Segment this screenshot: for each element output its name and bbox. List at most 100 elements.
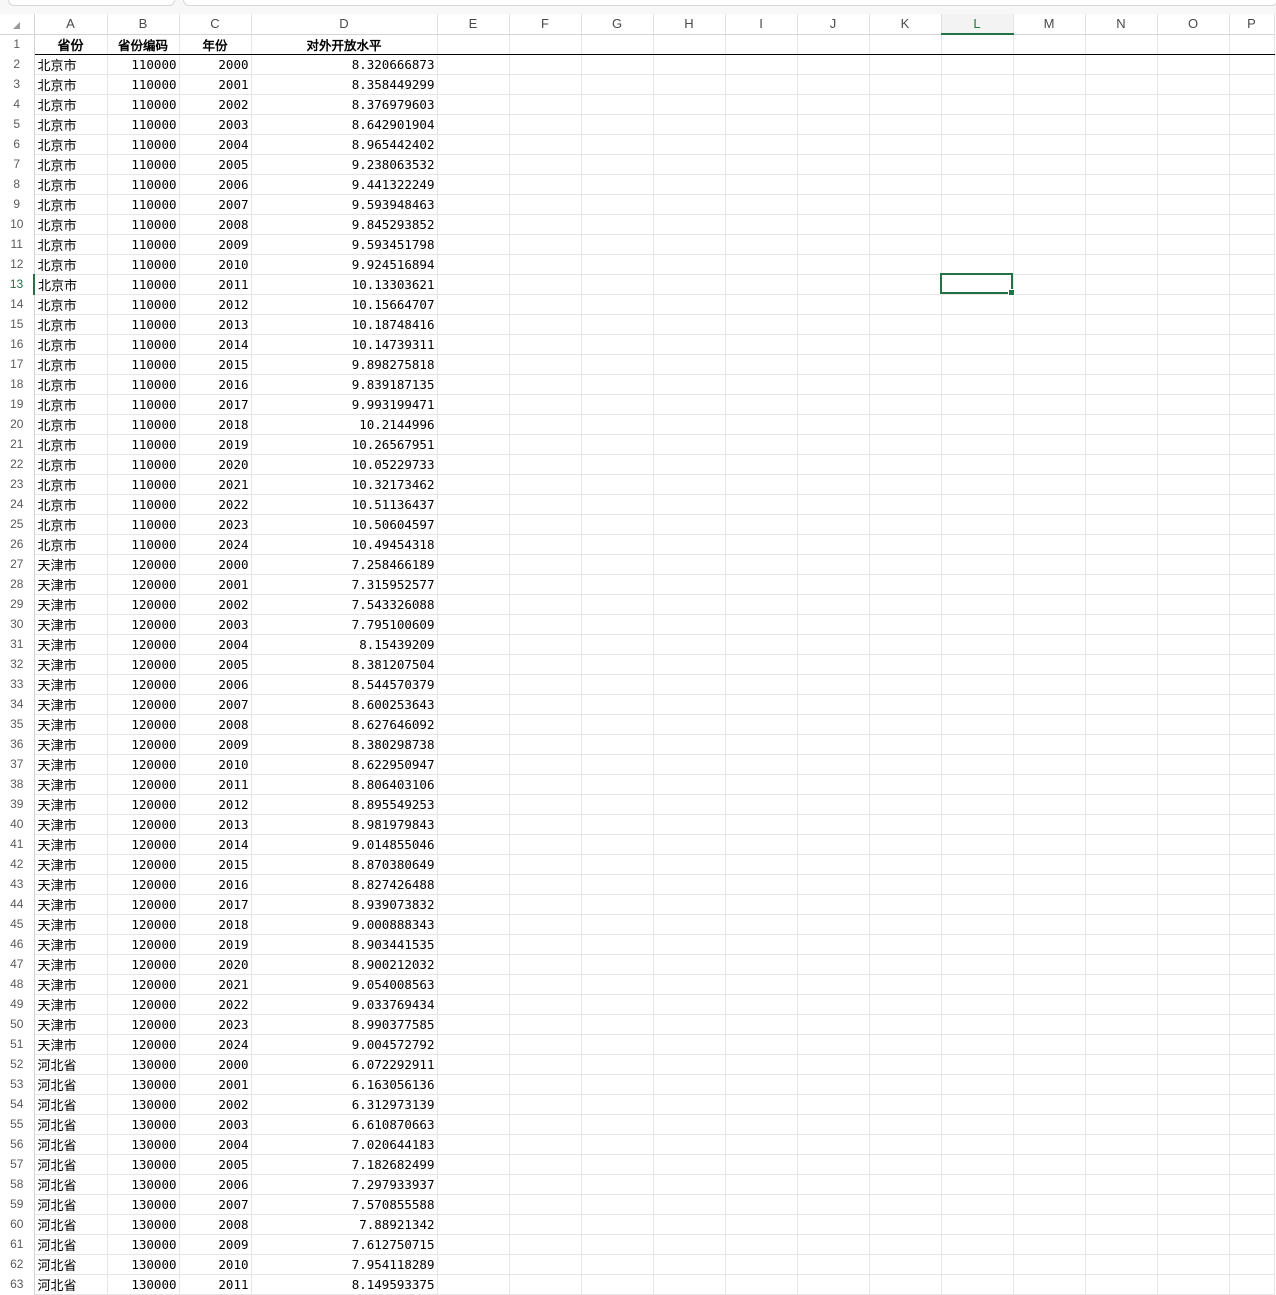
empty-cell[interactable] bbox=[437, 154, 510, 175]
cell-a[interactable]: 北京市 bbox=[34, 374, 108, 395]
empty-cell[interactable] bbox=[509, 1134, 582, 1155]
empty-cell[interactable] bbox=[1013, 114, 1086, 135]
empty-cell[interactable] bbox=[1229, 674, 1275, 695]
empty-cell[interactable] bbox=[725, 294, 798, 315]
empty-cell[interactable] bbox=[725, 1014, 798, 1035]
empty-cell[interactable] bbox=[725, 674, 798, 695]
empty-cell[interactable] bbox=[1157, 1154, 1230, 1175]
empty-cell[interactable] bbox=[941, 614, 1014, 635]
empty-cell[interactable] bbox=[725, 194, 798, 215]
empty-cell[interactable] bbox=[509, 734, 582, 755]
empty-cell[interactable] bbox=[797, 934, 870, 955]
empty-cell[interactable] bbox=[1157, 174, 1230, 195]
cell-c[interactable]: 2023 bbox=[179, 1014, 252, 1035]
empty-cell[interactable] bbox=[509, 74, 582, 95]
empty-cell[interactable] bbox=[941, 854, 1014, 875]
cell-d[interactable]: 9.004572792 bbox=[251, 1034, 438, 1055]
cell-a[interactable]: 天津市 bbox=[34, 554, 108, 575]
cell-a[interactable]: 北京市 bbox=[34, 114, 108, 135]
cell-a[interactable]: 北京市 bbox=[34, 94, 108, 115]
row-header[interactable]: 23 bbox=[0, 474, 35, 494]
empty-cell[interactable] bbox=[869, 574, 942, 595]
empty-cell[interactable] bbox=[1085, 794, 1158, 815]
empty-cell[interactable] bbox=[725, 454, 798, 475]
cell-a[interactable]: 天津市 bbox=[34, 594, 108, 615]
row-header[interactable]: 1 bbox=[0, 34, 35, 54]
empty-cell[interactable] bbox=[1157, 614, 1230, 635]
empty-cell[interactable] bbox=[1013, 74, 1086, 95]
empty-cell[interactable] bbox=[725, 174, 798, 195]
cell-d[interactable]: 7.88921342 bbox=[251, 1214, 438, 1235]
empty-cell[interactable] bbox=[1085, 34, 1158, 55]
empty-cell[interactable] bbox=[725, 1254, 798, 1275]
empty-cell[interactable] bbox=[581, 1134, 654, 1155]
empty-cell[interactable] bbox=[437, 914, 510, 935]
empty-cell[interactable] bbox=[941, 654, 1014, 675]
empty-cell[interactable] bbox=[1229, 834, 1275, 855]
empty-cell[interactable] bbox=[797, 914, 870, 935]
empty-cell[interactable] bbox=[581, 954, 654, 975]
cell-d[interactable]: 10.49454318 bbox=[251, 534, 438, 555]
empty-cell[interactable] bbox=[941, 1054, 1014, 1075]
cell-d[interactable]: 7.020644183 bbox=[251, 1134, 438, 1155]
cell-b[interactable]: 110000 bbox=[107, 354, 180, 375]
empty-cell[interactable] bbox=[653, 1034, 726, 1055]
empty-cell[interactable] bbox=[581, 674, 654, 695]
empty-cell[interactable] bbox=[725, 614, 798, 635]
empty-cell[interactable] bbox=[1229, 334, 1275, 355]
empty-cell[interactable] bbox=[653, 74, 726, 95]
empty-cell[interactable] bbox=[869, 34, 942, 55]
empty-cell[interactable] bbox=[797, 974, 870, 995]
empty-cell[interactable] bbox=[869, 314, 942, 335]
empty-cell[interactable] bbox=[1157, 954, 1230, 975]
empty-cell[interactable] bbox=[509, 414, 582, 435]
empty-cell[interactable] bbox=[797, 794, 870, 815]
row-header[interactable]: 12 bbox=[0, 254, 35, 274]
empty-cell[interactable] bbox=[725, 234, 798, 255]
empty-cell[interactable] bbox=[437, 114, 510, 135]
row-header[interactable]: 53 bbox=[0, 1074, 35, 1094]
cell-a[interactable]: 北京市 bbox=[34, 314, 108, 335]
empty-cell[interactable] bbox=[581, 1034, 654, 1055]
empty-cell[interactable] bbox=[581, 1114, 654, 1135]
empty-cell[interactable] bbox=[725, 894, 798, 915]
empty-cell[interactable] bbox=[653, 1054, 726, 1075]
empty-cell[interactable] bbox=[1157, 1174, 1230, 1195]
cell-c[interactable]: 2019 bbox=[179, 934, 252, 955]
empty-cell[interactable] bbox=[1085, 194, 1158, 215]
empty-cell[interactable] bbox=[437, 834, 510, 855]
empty-cell[interactable] bbox=[725, 934, 798, 955]
empty-cell[interactable] bbox=[797, 254, 870, 275]
column-header-d[interactable]: D bbox=[251, 14, 438, 35]
column-header-e[interactable]: E bbox=[437, 14, 510, 35]
empty-cell[interactable] bbox=[941, 454, 1014, 475]
cell-c[interactable]: 2000 bbox=[179, 554, 252, 575]
empty-cell[interactable] bbox=[653, 194, 726, 215]
empty-cell[interactable] bbox=[797, 894, 870, 915]
empty-cell[interactable] bbox=[437, 954, 510, 975]
empty-cell[interactable] bbox=[1085, 1154, 1158, 1175]
empty-cell[interactable] bbox=[437, 394, 510, 415]
empty-cell[interactable] bbox=[653, 814, 726, 835]
empty-cell[interactable] bbox=[1013, 774, 1086, 795]
empty-cell[interactable] bbox=[581, 54, 654, 75]
empty-cell[interactable] bbox=[725, 494, 798, 515]
empty-cell[interactable] bbox=[1229, 194, 1275, 215]
empty-cell[interactable] bbox=[869, 954, 942, 975]
empty-cell[interactable] bbox=[725, 1054, 798, 1075]
cell-d[interactable]: 8.903441535 bbox=[251, 934, 438, 955]
cell-a[interactable]: 天津市 bbox=[34, 894, 108, 915]
cell-d[interactable]: 6.072292911 bbox=[251, 1054, 438, 1075]
cell-b[interactable]: 110000 bbox=[107, 254, 180, 275]
empty-cell[interactable] bbox=[869, 54, 942, 75]
empty-cell[interactable] bbox=[509, 1034, 582, 1055]
cell-d[interactable]: 10.32173462 bbox=[251, 474, 438, 495]
cell-d[interactable]: 8.806403106 bbox=[251, 774, 438, 795]
empty-cell[interactable] bbox=[653, 94, 726, 115]
row-header[interactable]: 3 bbox=[0, 74, 35, 94]
empty-cell[interactable] bbox=[797, 434, 870, 455]
empty-cell[interactable] bbox=[797, 274, 870, 295]
cell-b[interactable]: 110000 bbox=[107, 414, 180, 435]
empty-cell[interactable] bbox=[653, 654, 726, 675]
cell-a[interactable]: 北京市 bbox=[34, 394, 108, 415]
